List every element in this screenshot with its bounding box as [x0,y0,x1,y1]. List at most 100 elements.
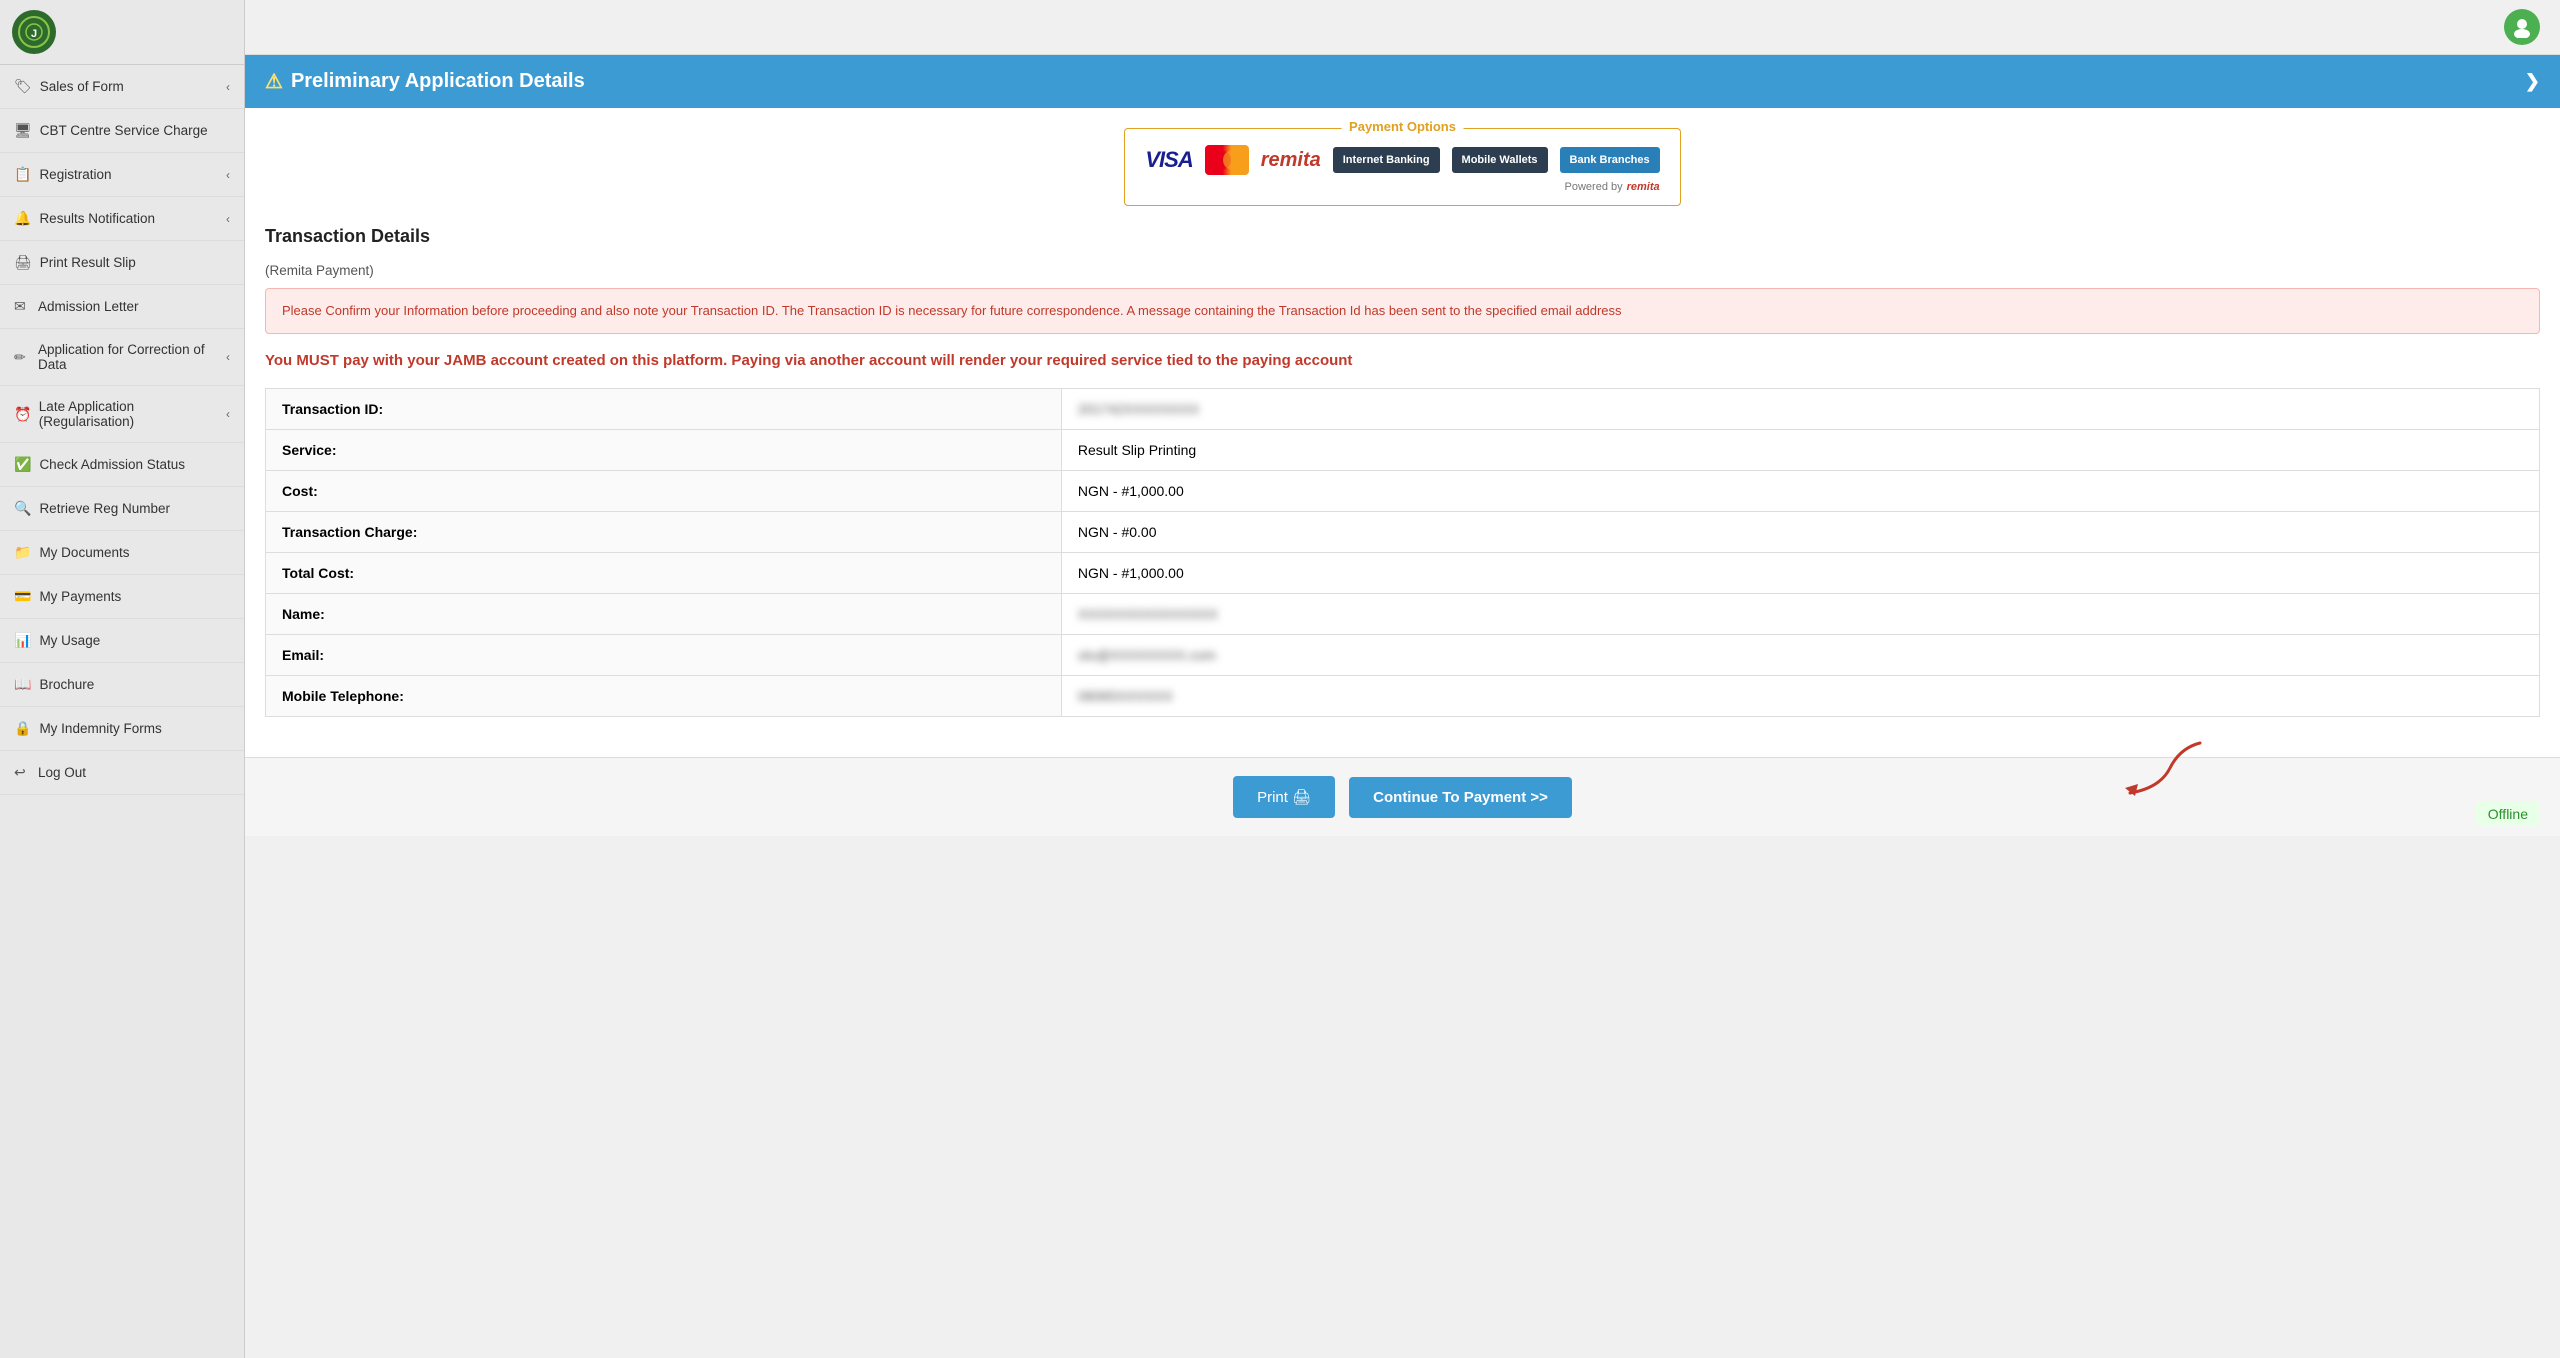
sidebar-item-left: 📖 Brochure [14,676,94,693]
field-label: Cost: [266,471,1062,512]
table-row: Mobile Telephone: 08065XXXXXX [266,676,2540,717]
sidebar-item-left: 📁 My Documents [14,544,129,561]
sidebar-item-my-indemnity[interactable]: 🔒 My Indemnity Forms [0,707,244,751]
sidebar-item-check-admission[interactable]: ✅ Check Admission Status [0,443,244,487]
sidebar-icon-my-indemnity: 🔒 [14,720,31,737]
sidebar-item-my-payments[interactable]: 💳 My Payments [0,575,244,619]
sidebar-label-my-documents: My Documents [39,545,129,560]
continue-payment-button[interactable]: Continue To Payment >> [1349,777,1572,818]
sidebar-item-registration[interactable]: 📋 Registration ‹ [0,153,244,197]
sidebar-label-late-application: Late Application (Regularisation) [39,399,226,429]
field-label: Name: [266,594,1062,635]
field-value-cell: olu@XXXXXXXX.com [1061,635,2539,676]
remita-payment-label: (Remita Payment) [265,263,2540,278]
blurred-value: XXXXXXXXXXXXXXX [1078,606,1218,622]
sidebar-item-left: ↩ Log Out [14,764,86,781]
sidebar-icon-print-result-slip: 🖨 [14,254,32,271]
panel-body: Payment Options VISA remita Internet Ban… [245,108,2560,757]
blurred-value: olu@XXXXXXXX.com [1078,647,1216,663]
user-avatar[interactable] [2504,9,2540,45]
panel-title: ⚠ Preliminary Application Details [265,69,585,94]
panel-collapse-icon[interactable]: ❯ [2525,71,2540,92]
sidebar-item-left: 📊 My Usage [14,632,100,649]
field-label: Transaction ID: [266,389,1062,430]
field-label: Transaction Charge: [266,512,1062,553]
main-content: ⚠ Preliminary Application Details ❯ Paym… [245,0,2560,1358]
sidebar-icon-my-payments: 💳 [14,588,31,605]
footer-area: Print 🖨 Continue To Payment >> Offline [245,757,2560,836]
sidebar-icon-cbt-centre: 🖥 [14,122,32,139]
sidebar-item-my-usage[interactable]: 📊 My Usage [0,619,244,663]
sidebar-icon-check-admission: ✅ [14,456,31,473]
sidebar-label-check-admission: Check Admission Status [39,457,185,472]
panel-title-text: Preliminary Application Details [291,70,585,93]
sidebar: J 🏷 Sales of Form ‹ 🖥 CBT Centre Service… [0,0,245,1358]
top-bar [245,0,2560,55]
arrow-indicator [2120,738,2220,801]
sidebar-item-cbt-centre[interactable]: 🖥 CBT Centre Service Charge [0,109,244,153]
warning-text: You MUST pay with your JAMB account crea… [265,350,2540,373]
sidebar-item-print-result-slip[interactable]: 🖨 Print Result Slip [0,241,244,285]
field-value-cell: NGN - #1,000.00 [1061,553,2539,594]
sidebar-item-left: 🔔 Results Notification [14,210,155,227]
sidebar-label-cbt-centre: CBT Centre Service Charge [40,123,208,138]
bank-branches-btn[interactable]: Bank Branches [1560,147,1660,173]
sidebar-label-registration: Registration [39,167,111,182]
field-value-cell: NGN - #0.00 [1061,512,2539,553]
print-button[interactable]: Print 🖨 [1233,776,1335,818]
sidebar-icon-my-usage: 📊 [14,632,31,649]
table-row: Transaction Charge: NGN - #0.00 [266,512,2540,553]
sidebar-label-application-correction: Application for Correction of Data [38,342,226,372]
sidebar-item-log-out[interactable]: ↩ Log Out [0,751,244,795]
table-row: Total Cost: NGN - #1,000.00 [266,553,2540,594]
sidebar-icon-late-application: ⏰ [14,406,31,423]
sidebar-item-left: 🏷 Sales of Form [14,78,124,95]
sidebar-item-sales-of-form[interactable]: 🏷 Sales of Form ‹ [0,65,244,109]
chevron-icon-registration: ‹ [226,168,230,182]
chevron-icon-results-notification: ‹ [226,212,230,226]
sidebar-icon-sales-of-form: 🏷 [14,78,32,95]
field-label: Email: [266,635,1062,676]
sidebar-label-brochure: Brochure [39,677,94,692]
chevron-icon-sales-of-form: ‹ [226,80,230,94]
remita-brand: remita [1627,181,1660,193]
payment-options-label: Payment Options [1341,119,1464,134]
sidebar-label-print-result-slip: Print Result Slip [40,255,136,270]
sidebar-item-admission-letter[interactable]: ✉ Admission Letter [0,285,244,329]
sidebar-item-left: ✅ Check Admission Status [14,456,185,473]
sidebar-item-results-notification[interactable]: 🔔 Results Notification ‹ [0,197,244,241]
sidebar-item-retrieve-reg[interactable]: 🔍 Retrieve Reg Number [0,487,244,531]
sidebar-item-brochure[interactable]: 📖 Brochure [0,663,244,707]
content-area: ⚠ Preliminary Application Details ❯ Paym… [245,55,2560,836]
field-label: Service: [266,430,1062,471]
payment-options-container: Payment Options VISA remita Internet Ban… [265,128,2540,206]
field-value: NGN - #1,000.00 [1078,565,1184,581]
sidebar-item-left: ⏰ Late Application (Regularisation) [14,399,226,429]
sidebar-item-my-documents[interactable]: 📁 My Documents [0,531,244,575]
alert-info: Please Confirm your Information before p… [265,288,2540,334]
mobile-wallets-btn[interactable]: Mobile Wallets [1452,147,1548,173]
sidebar-item-application-correction[interactable]: ✏ Application for Correction of Data ‹ [0,329,244,386]
table-row: Name: XXXXXXXXXXXXXXX [266,594,2540,635]
powered-by-text: Powered by [1565,181,1623,193]
transaction-table: Transaction ID: 201742XXXXXXXX Service: … [265,388,2540,717]
field-label: Total Cost: [266,553,1062,594]
internet-banking-btn[interactable]: Internet Banking [1333,147,1440,173]
table-row: Transaction ID: 201742XXXXXXXX [266,389,2540,430]
sidebar-label-log-out: Log Out [38,765,86,780]
chevron-icon-application-correction: ‹ [226,350,230,364]
sidebar-item-left: 🖨 Print Result Slip [14,254,136,271]
field-value-cell: 08065XXXXXX [1061,676,2539,717]
sidebar-label-my-payments: My Payments [39,589,121,604]
powered-by: Powered by remita [1565,181,1660,193]
sidebar-item-left: 🖥 CBT Centre Service Charge [14,122,208,139]
sidebar-item-late-application[interactable]: ⏰ Late Application (Regularisation) ‹ [0,386,244,443]
svg-text:J: J [31,28,37,40]
logo-emblem: J [12,10,56,54]
field-value: NGN - #1,000.00 [1078,483,1184,499]
field-value: NGN - #0.00 [1078,524,1157,540]
blurred-value: 08065XXXXXX [1078,688,1173,704]
sidebar-item-left: 🔒 My Indemnity Forms [14,720,162,737]
offline-badge: Offline [2476,802,2540,826]
sidebar-item-left: 📋 Registration [14,166,111,183]
